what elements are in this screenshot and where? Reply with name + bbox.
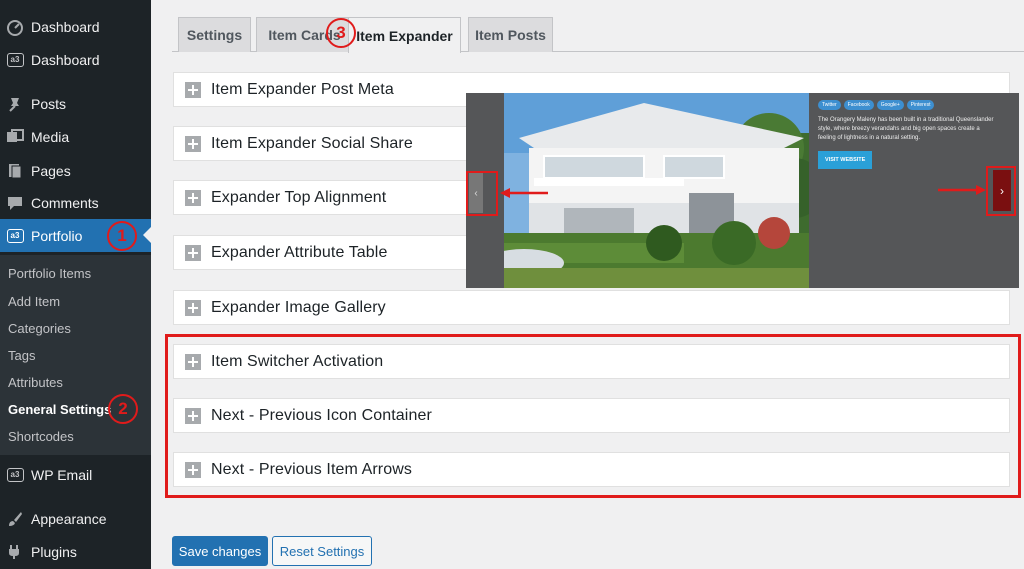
comments-icon <box>2 193 28 213</box>
expand-plus-icon[interactable] <box>185 299 201 316</box>
menu-appearance[interactable]: Appearance <box>0 502 151 535</box>
visit-website-button[interactable]: VISIT WEBSITE <box>818 151 873 169</box>
media-icon <box>2 127 28 147</box>
menu-a3-dashboard[interactable]: a3 Dashboard <box>0 43 151 76</box>
menu-label: Plugins <box>31 543 77 560</box>
menu-label: Pages <box>31 162 71 179</box>
preview-description: The Orangery Maleny has been built in a … <box>818 117 994 141</box>
annotation-badge-3: 3 <box>326 18 356 48</box>
share-twitter-button[interactable]: Twitter <box>818 100 841 110</box>
share-google-button[interactable]: Google+ <box>876 100 904 110</box>
menu-label: Comments <box>31 194 99 211</box>
expand-plus-icon[interactable] <box>185 244 201 261</box>
panel-title: Expander Top Alignment <box>211 188 387 206</box>
menu-label: Dashboard <box>31 51 100 68</box>
a3-icon: a3 <box>2 226 28 246</box>
share-facebook-button[interactable]: Facebook <box>843 100 874 110</box>
expand-plus-icon[interactable] <box>185 189 201 206</box>
brush-icon <box>2 509 28 529</box>
portfolio-submenu: Portfolio Items Add Item Categories Tags… <box>0 255 151 455</box>
submenu-general-settings[interactable]: General Settings <box>8 402 111 417</box>
tab-settings[interactable]: Settings <box>178 17 251 52</box>
panel-title: Expander Attribute Table <box>211 243 388 261</box>
submenu-categories[interactable]: Categories <box>8 321 71 336</box>
admin-sidebar: Dashboard a3 Dashboard Posts Media Pages… <box>0 0 151 569</box>
expander-preview-image: Twitter Facebook Google+ Pinterest The O… <box>466 93 1019 288</box>
reset-settings-button[interactable]: Reset Settings <box>272 536 372 566</box>
submenu-shortcodes[interactable]: Shortcodes <box>8 429 74 444</box>
dashboard-icon <box>2 17 28 37</box>
menu-label: Media <box>31 128 70 145</box>
save-changes-button[interactable]: Save changes <box>172 536 268 566</box>
panel-expander-image-gallery[interactable]: Expander Image Gallery <box>173 290 1010 325</box>
expand-plus-icon[interactable] <box>185 135 201 152</box>
menu-posts[interactable]: Posts <box>0 87 151 120</box>
menu-label: Dashboard <box>31 18 100 35</box>
menu-label: Appearance <box>31 510 107 527</box>
expand-plus-icon[interactable] <box>185 81 201 98</box>
menu-plugins[interactable]: Plugins <box>0 535 151 568</box>
submenu-portfolio-items[interactable]: Portfolio Items <box>8 266 91 281</box>
annotation-highlight-box <box>165 334 1021 498</box>
menu-comments[interactable]: Comments <box>0 186 151 219</box>
submenu-attributes[interactable]: Attributes <box>8 375 63 390</box>
menu-wp-email[interactable]: a3 WP Email <box>0 458 151 491</box>
pages-icon <box>2 161 28 181</box>
panel-title: Expander Image Gallery <box>211 298 386 316</box>
share-buttons: Twitter Facebook Google+ Pinterest <box>818 100 998 110</box>
menu-label: Portfolio <box>31 227 83 244</box>
submenu-tags[interactable]: Tags <box>8 348 35 363</box>
menu-media[interactable]: Media <box>0 120 151 153</box>
a3-icon: a3 <box>2 50 28 70</box>
annotation-badge-1: 1 <box>107 221 137 251</box>
menu-dashboard[interactable]: Dashboard <box>0 10 151 43</box>
annotation-left-arrow-icon <box>500 188 548 198</box>
panel-title: Item Expander Social Share <box>211 134 413 152</box>
preview-details: Twitter Facebook Google+ Pinterest The O… <box>818 100 998 169</box>
menu-label: WP Email <box>31 466 93 483</box>
annotation-prev-frame <box>466 171 498 216</box>
annotation-badge-2: 2 <box>108 394 138 424</box>
tab-item-expander[interactable]: Item Expander <box>348 17 461 53</box>
annotation-next-frame <box>986 166 1016 216</box>
plug-icon <box>2 542 28 562</box>
tab-item-posts[interactable]: Item Posts <box>468 17 553 52</box>
share-pinterest-button[interactable]: Pinterest <box>906 100 935 110</box>
submenu-add-item[interactable]: Add Item <box>8 294 60 309</box>
annotation-right-arrow-icon <box>938 185 986 195</box>
menu-label: Posts <box>31 95 67 112</box>
a3-icon: a3 <box>2 465 28 485</box>
panel-title: Item Expander Post Meta <box>211 80 394 98</box>
menu-pages[interactable]: Pages <box>0 154 151 187</box>
pin-icon <box>2 94 28 114</box>
